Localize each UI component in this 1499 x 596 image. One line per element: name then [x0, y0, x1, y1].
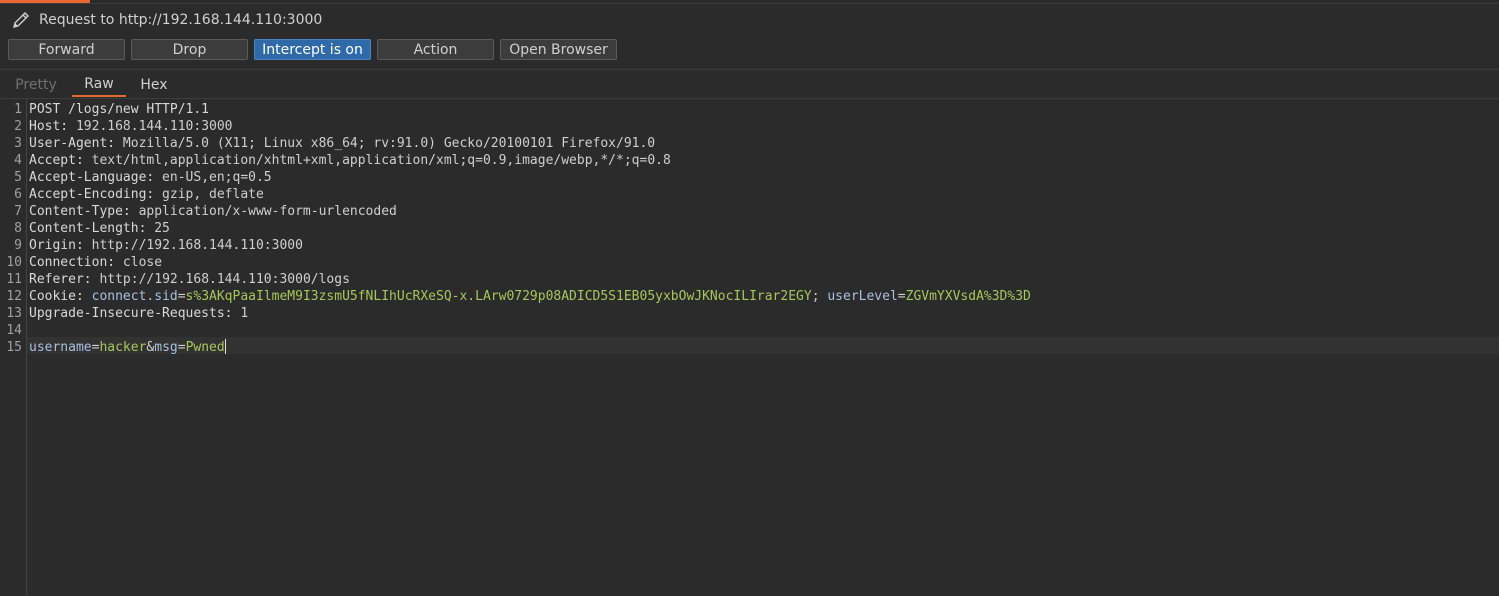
- header-line: 8 Content-Length: 25: [14, 221, 170, 236]
- tab-pretty[interactable]: Pretty: [0, 73, 72, 97]
- drop-button[interactable]: Drop: [131, 39, 248, 60]
- blank-line: 14: [6, 323, 22, 338]
- request-lines: 1 POST /logs/new HTTP/1.1 2 Host: 192.168.…: [0, 101, 1031, 356]
- text-caret: [224, 339, 226, 354]
- tab-hex[interactable]: Hex: [126, 73, 182, 97]
- intercept-toolbar: Forward Drop Intercept is on Action Open…: [8, 39, 617, 60]
- cookie-value: ZGVmYXVsdA%3D%3D: [905, 289, 1031, 304]
- tab-raw[interactable]: Raw: [72, 73, 126, 97]
- cookie-line: 12 Cookie: connect.sid = s%3AKqPaaIlmeM9I3z…: [6, 289, 1031, 304]
- cookie-name: connect.sid: [91, 289, 178, 304]
- param-name: username: [29, 340, 92, 355]
- request-title: Request to http://192.168.144.110:3000: [39, 12, 323, 28]
- header-line: 6 Accept-Encoding: gzip, deflate: [14, 187, 264, 202]
- header-line: 10 Connection: close: [6, 255, 163, 270]
- header-line: 2 Host: 192.168.144.110:3000: [14, 119, 233, 134]
- divider: [0, 69, 1499, 70]
- raw-request-editor[interactable]: 1 POST /logs/new HTTP/1.1 2 Host: 192.168.…: [0, 99, 1499, 596]
- open-browser-button[interactable]: Open Browser: [500, 39, 617, 60]
- header-line: 5 Accept-Language: en-US,en;q=0.5: [14, 170, 272, 185]
- body-line: 15 username = hacker & msg = Pwned: [6, 339, 226, 355]
- cookie-name: userLevel: [827, 289, 898, 304]
- param-value: hacker: [99, 340, 147, 355]
- header-line: 4 Accept: text/html,application/xhtml+xml…: [14, 153, 671, 168]
- intercept-toggle-button[interactable]: Intercept is on: [254, 39, 371, 60]
- pencil-icon: [10, 9, 32, 31]
- header-line: 3 User-Agent: Mozilla/5.0 (X11; Linux x86…: [14, 136, 656, 151]
- header-line: 7 Content-Type: application/x-www-form-ur…: [14, 204, 397, 219]
- param-name: msg: [154, 340, 178, 355]
- view-tabs: Pretty Raw Hex: [0, 73, 182, 97]
- header-line: 9 Origin: http://192.168.144.110:3000: [14, 238, 303, 253]
- request-line: 1 POST /logs/new HTTP/1.1: [14, 102, 210, 117]
- header-line: 13 Upgrade-Insecure-Requests: 1: [6, 306, 249, 321]
- action-button[interactable]: Action: [377, 39, 494, 60]
- cookie-value: s%3AKqPaaIlmeM9I3zsmU5fNLIhUcRXeSQ-x.LAr…: [185, 289, 812, 304]
- forward-button[interactable]: Forward: [8, 39, 125, 60]
- param-value: Pwned: [185, 340, 225, 355]
- header-line: 11 Referer: http://192.168.144.110:3000/l…: [6, 272, 350, 287]
- request-header: Request to http://192.168.144.110:3000: [0, 4, 1499, 36]
